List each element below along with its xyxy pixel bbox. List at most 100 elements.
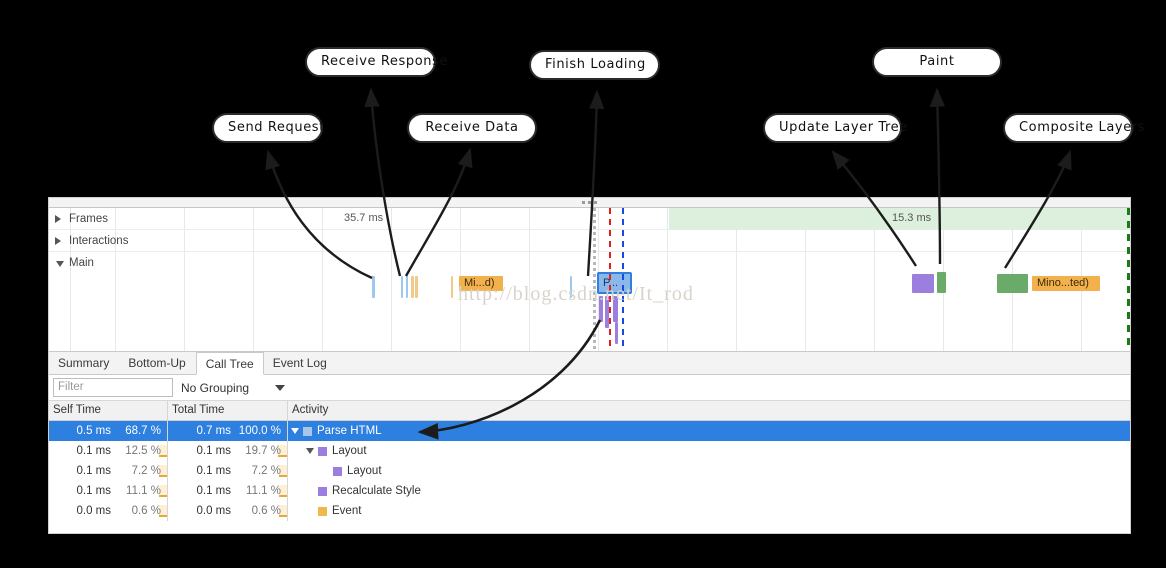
activity-color-swatch xyxy=(318,506,327,516)
column-header-activity[interactable]: Activity xyxy=(288,401,1130,420)
cell-activity: Layout xyxy=(288,461,1130,481)
grouping-select[interactable]: No Grouping xyxy=(181,380,286,395)
frame-duration-label: 35.7 ms xyxy=(344,212,384,224)
table-row[interactable]: 0.5 ms 68.7 % 0.7 ms 100.0 % Parse HTML xyxy=(49,421,1130,441)
flame-sliver[interactable] xyxy=(570,276,572,298)
total-time-ms: 0.0 ms xyxy=(196,505,231,517)
track-row-interactions[interactable]: Interactions xyxy=(49,230,1130,252)
track-name: Interactions xyxy=(69,235,129,247)
flame-event-minor-gc-forced[interactable]: Mi...d) xyxy=(459,276,503,291)
drag-dot-icon xyxy=(594,201,597,204)
total-time-ms: 0.7 ms xyxy=(196,425,231,437)
flame-event-update-layer-tree[interactable] xyxy=(912,274,934,293)
track-label-interactions[interactable]: Interactions xyxy=(55,230,128,252)
cell-self-time: 0.1 ms 11.1 % xyxy=(49,481,168,501)
flame-event-minor-gc-forced[interactable]: Mino...ted) xyxy=(1032,276,1100,291)
callout-finish-loading: Finish Loading xyxy=(529,50,660,80)
self-time-percent: 12.5 % xyxy=(117,445,167,457)
track-label-frames[interactable]: Frames xyxy=(55,208,108,230)
column-header-total-time[interactable]: Total Time xyxy=(168,401,288,420)
call-tree-header: Self Time Total Time Activity xyxy=(49,401,1130,421)
flame-child-event[interactable] xyxy=(613,296,618,322)
callout-composite-layers: Composite Layers xyxy=(1003,113,1145,143)
flame-child-event[interactable] xyxy=(599,296,603,322)
table-row[interactable]: 0.1 ms 12.5 % 0.1 ms 19.7 % Layout xyxy=(49,441,1130,461)
table-row[interactable]: 0.1 ms 7.2 % 0.1 ms 7.2 % Layout xyxy=(49,461,1130,481)
flame-sliver[interactable] xyxy=(372,276,375,298)
callout-receive-data: Receive Data xyxy=(407,113,537,143)
flame-sliver[interactable] xyxy=(451,276,453,298)
flame-sliver[interactable] xyxy=(415,276,418,298)
chevron-right-icon[interactable] xyxy=(55,215,61,223)
callout-receive-response: Receive Response xyxy=(305,47,447,77)
timeline-marker-recording-end xyxy=(1127,208,1130,351)
chevron-down-icon[interactable] xyxy=(275,384,286,391)
activity-label: Recalculate Style xyxy=(332,485,421,497)
table-row[interactable]: 0.0 ms 0.6 % 0.0 ms 0.6 % Event xyxy=(49,501,1130,521)
flame-sliver[interactable] xyxy=(411,276,414,298)
drag-dot-icon xyxy=(582,201,585,204)
self-time-percent: 11.1 % xyxy=(117,485,167,497)
track-row-main[interactable]: Main xyxy=(49,252,1130,274)
track-label-main[interactable]: Main xyxy=(55,252,94,274)
flame-sliver[interactable] xyxy=(401,276,403,298)
flame-event-composite-layers[interactable] xyxy=(997,274,1028,293)
drag-dot-icon xyxy=(588,201,591,204)
total-time-percent: 100.0 % xyxy=(238,425,281,437)
flame-child-event[interactable] xyxy=(615,322,618,344)
callout-update-layer-tree: Update Layer Tree xyxy=(763,113,907,143)
chevron-down-icon[interactable] xyxy=(56,261,64,267)
activity-label: Parse HTML xyxy=(317,425,382,437)
self-time-percent: 0.6 % xyxy=(117,505,167,517)
activity-color-swatch xyxy=(318,486,327,496)
chevron-down-icon[interactable] xyxy=(291,428,299,434)
self-time-ms: 0.0 ms xyxy=(76,505,111,517)
total-time-percent: 0.6 % xyxy=(237,505,287,517)
activity-color-swatch xyxy=(303,426,312,436)
total-time-percent: 11.1 % xyxy=(237,485,287,497)
chevron-right-icon[interactable] xyxy=(55,237,61,245)
cell-self-time: 0.5 ms 68.7 % xyxy=(49,421,168,441)
selected-flame-event-parse-html[interactable]: P... xyxy=(597,272,632,294)
total-time-ms: 0.1 ms xyxy=(196,465,231,477)
track-row-frames[interactable]: Frames 35.7 ms 15.3 ms xyxy=(49,208,1130,230)
total-time-percent: 7.2 % xyxy=(237,465,287,477)
total-time-percent: 19.7 % xyxy=(237,445,287,457)
activity-color-swatch xyxy=(318,446,327,456)
main-flame-chart[interactable]: Mi...d) Mino...ted) P... xyxy=(49,272,1130,373)
total-time-ms: 0.1 ms xyxy=(196,445,231,457)
self-time-ms: 0.5 ms xyxy=(76,425,111,437)
timeline-tracks: Frames 35.7 ms 15.3 ms Interactions Main xyxy=(49,208,1130,351)
flame-sliver[interactable] xyxy=(406,276,408,298)
activity-label: Layout xyxy=(332,445,367,457)
drawer-toolbar: Filter No Grouping xyxy=(49,375,1130,401)
self-time-ms: 0.1 ms xyxy=(76,485,111,497)
column-header-self-time[interactable]: Self Time xyxy=(49,401,168,420)
flame-event-paint[interactable] xyxy=(937,272,946,293)
screenshot-root: Send Request Receive Response Receive Data… xyxy=(0,0,1166,568)
cell-self-time: 0.1 ms 7.2 % xyxy=(49,461,168,481)
timeline-marker-load-event xyxy=(622,208,624,351)
total-time-ms: 0.1 ms xyxy=(196,485,231,497)
cell-total-time: 0.1 ms 7.2 % xyxy=(168,461,288,481)
frame-duration-label: 15.3 ms xyxy=(892,212,932,224)
panel-drag-handle[interactable] xyxy=(49,198,1130,208)
self-time-percent: 68.7 % xyxy=(125,425,161,437)
activity-label: Event xyxy=(332,505,362,517)
call-tree-body: 0.5 ms 68.7 % 0.7 ms 100.0 % Parse HTML 0.1… xyxy=(49,421,1130,521)
filter-input[interactable]: Filter xyxy=(53,378,173,397)
cell-self-time: 0.0 ms 0.6 % xyxy=(49,501,168,521)
timeline-marker-first-paint xyxy=(593,208,596,351)
cell-total-time: 0.1 ms 19.7 % xyxy=(168,441,288,461)
callout-send-request: Send Request xyxy=(212,113,324,143)
table-row[interactable]: 0.1 ms 11.1 % 0.1 ms 11.1 % Recalculate St… xyxy=(49,481,1130,501)
chevron-down-icon[interactable] xyxy=(306,448,314,454)
cell-activity: Parse HTML xyxy=(288,421,1130,441)
cell-total-time: 0.0 ms 0.6 % xyxy=(168,501,288,521)
track-name: Frames xyxy=(69,213,108,225)
cell-activity: Layout xyxy=(288,441,1130,461)
cell-activity: Event xyxy=(288,501,1130,521)
grouping-label: No Grouping xyxy=(181,380,250,395)
cell-activity: Recalculate Style xyxy=(288,481,1130,501)
activity-color-swatch xyxy=(333,466,342,476)
